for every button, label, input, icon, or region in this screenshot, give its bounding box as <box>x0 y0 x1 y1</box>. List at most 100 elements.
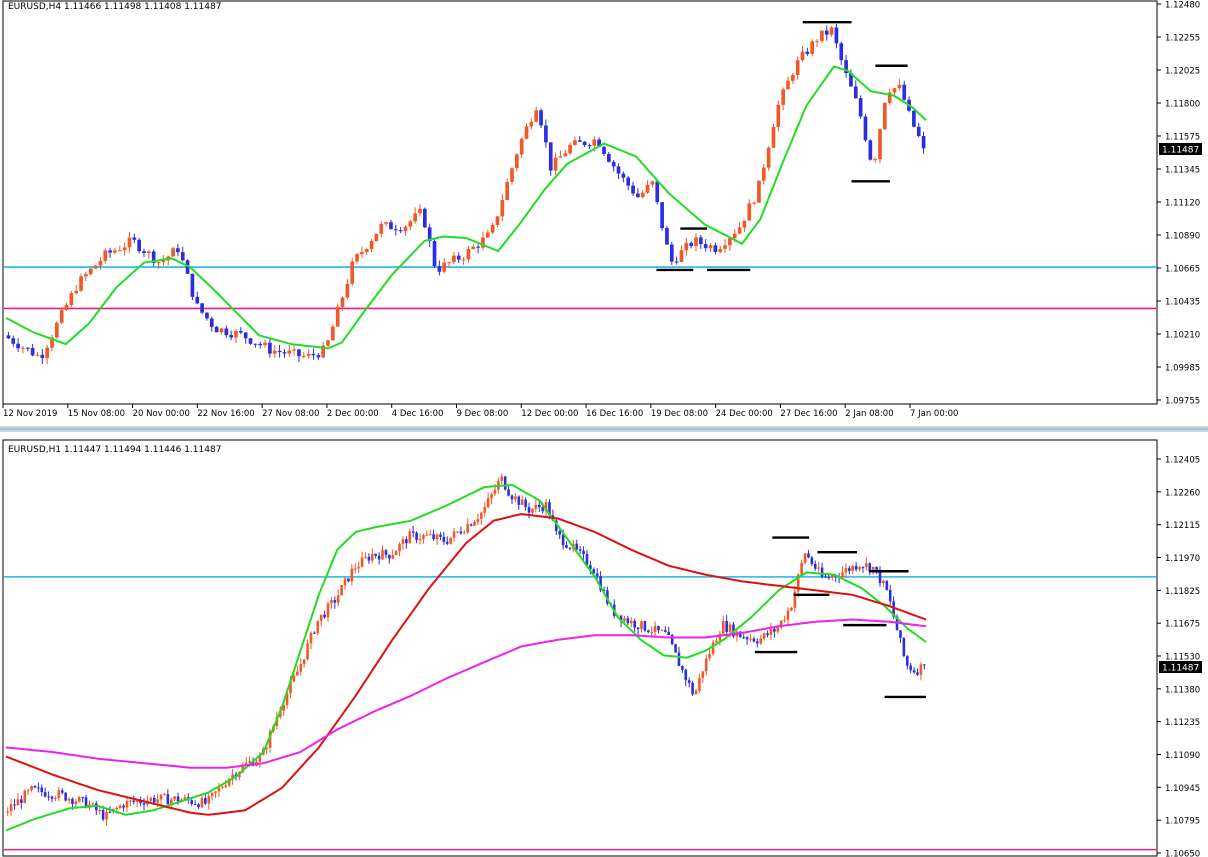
h4-x-tick-label: 15 Nov 08:00 <box>68 409 125 419</box>
h4-candle-body <box>40 354 45 359</box>
h4-candle-body <box>292 349 296 351</box>
h4-chart-panel[interactable]: EURUSD,H4 1.11466 1.11498 1.11408 1.1148… <box>2 0 1202 420</box>
h4-candle-body <box>263 342 267 346</box>
h4-candle-body <box>800 51 805 61</box>
h4-y-tick-label: 1.12255 <box>1165 34 1200 44</box>
h1-candle-body <box>786 610 790 620</box>
h1-candle-body <box>531 508 534 513</box>
h4-candle-body <box>694 237 698 247</box>
h4-candle-body <box>176 248 180 253</box>
h1-candle-body <box>575 543 579 550</box>
h1-candle-body <box>343 578 347 586</box>
h4-header: EURUSD,H4 1.11466 1.11498 1.11408 1.1148… <box>8 2 221 12</box>
h4-candle-body <box>156 262 161 264</box>
h4-candle-body <box>447 262 451 264</box>
h4-plot-area[interactable] <box>2 0 1158 405</box>
h1-candle-body <box>558 531 561 535</box>
h4-candle-body <box>699 237 703 245</box>
h4-candle-body <box>752 202 756 204</box>
h1-candle-body <box>13 804 16 806</box>
h1-candle-body <box>98 810 101 812</box>
h4-x-tick-label: 20 Nov 00:00 <box>133 409 190 419</box>
h1-candle-body <box>783 619 786 621</box>
h1-candle-body <box>193 803 197 805</box>
h4-candle-body <box>297 349 301 357</box>
h1-candle-body <box>888 589 892 602</box>
h4-candle-body <box>311 353 316 356</box>
h4-candle-body <box>834 27 839 44</box>
h1-candle-body <box>698 677 701 691</box>
h1-candle-body <box>514 496 517 500</box>
h4-y-tick-label: 1.09755 <box>1165 397 1200 407</box>
h1-candle-body <box>377 555 381 560</box>
h1-plot-area[interactable] <box>2 439 1158 857</box>
h1-y-tick-label: 1.11380 <box>1165 685 1200 695</box>
h4-x-tick-label: 27 Dec 16:00 <box>780 409 837 419</box>
h4-candle-body <box>55 322 59 338</box>
h1-chart-panel[interactable]: EURUSD,H1 1.11447 1.11494 1.11446 1.1148… <box>2 439 1202 857</box>
h1-candle-body <box>899 630 902 638</box>
h1-candle-body <box>435 534 439 540</box>
h1-y-tick-label: 1.10945 <box>1165 784 1200 794</box>
h4-candle-body <box>602 146 606 154</box>
h4-candle-body <box>553 157 558 171</box>
h1-candle-body <box>711 642 715 654</box>
h1-candle-body <box>296 671 299 676</box>
h1-candle-body <box>445 541 449 544</box>
h1-candle-body <box>623 618 626 622</box>
h4-candle-body <box>616 166 621 174</box>
h1-candle-body <box>384 550 388 555</box>
h1-candle-body <box>500 476 504 481</box>
h4-candle-body <box>214 326 219 333</box>
h4-candle-body <box>679 250 684 262</box>
h1-candle-body <box>595 573 599 577</box>
h1-candle-body <box>357 566 360 569</box>
h1-candle-body <box>432 534 435 540</box>
h4-candle-body <box>791 74 795 81</box>
h4-candle-body <box>384 222 388 224</box>
h1-candle-body <box>381 550 384 560</box>
h4-candle-body <box>757 180 761 203</box>
h4-candle-body <box>369 241 374 250</box>
h1-candle-body <box>674 644 677 653</box>
h4-candle-body <box>418 208 422 214</box>
h4-candle-body <box>272 350 277 354</box>
h1-candle-body <box>691 682 694 695</box>
h4-candle-body <box>25 347 30 349</box>
h1-candle-body <box>759 638 763 644</box>
h4-candle-body <box>573 140 577 145</box>
h1-candle-body <box>773 628 776 632</box>
h4-candle-body <box>113 250 117 253</box>
h4-candle-body <box>621 173 626 178</box>
h4-y-tick-label: 1.09985 <box>1165 364 1200 374</box>
h1-candle-body <box>309 632 313 644</box>
h1-candle-body <box>885 580 889 590</box>
h1-candle-body <box>909 665 912 671</box>
h1-candle-body <box>20 799 23 803</box>
h1-candle-body <box>336 595 340 603</box>
h1-y-tick-label: 1.11825 <box>1165 587 1200 597</box>
h4-candle-body <box>786 80 790 90</box>
h1-candle-body <box>704 658 708 672</box>
h4-candle-body <box>84 274 88 277</box>
h1-candle-body <box>820 567 824 577</box>
h4-candle-body <box>219 328 224 333</box>
h4-candle-body <box>59 309 64 323</box>
h4-candle-body <box>331 326 335 341</box>
h1-candle-body <box>790 607 793 611</box>
h1-candle-body <box>582 550 585 555</box>
h4-candle-body <box>824 30 829 35</box>
h1-candle-body <box>204 798 207 804</box>
h1-candle-body <box>415 532 418 541</box>
h1-candle-body <box>210 792 214 797</box>
h1-candle-body <box>302 659 306 665</box>
h1-candle-body <box>40 787 44 793</box>
h1-candle-body <box>721 621 725 634</box>
h1-candle-body <box>875 566 878 570</box>
h4-candle-body <box>577 140 582 142</box>
h4-y-tick-label: 1.12480 <box>1165 1 1200 11</box>
h1-candle-body <box>742 637 745 639</box>
h1-candle-body <box>902 637 906 657</box>
h1-candle-body <box>105 811 108 820</box>
h4-candle-body <box>708 245 713 249</box>
